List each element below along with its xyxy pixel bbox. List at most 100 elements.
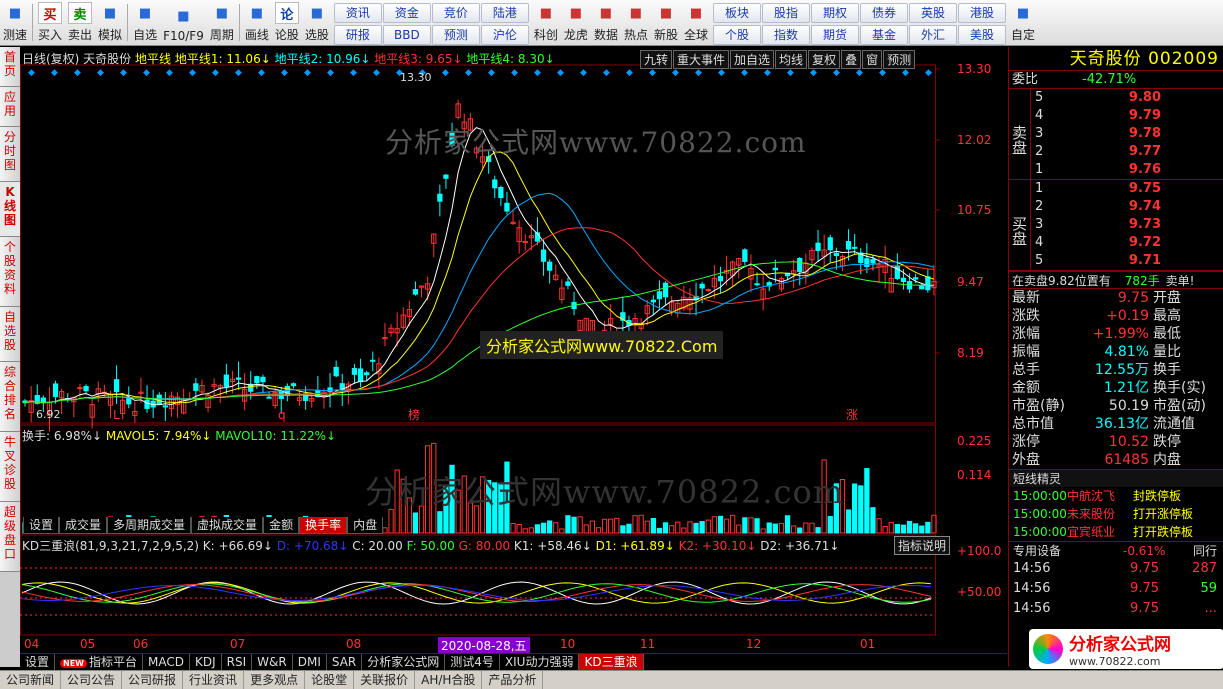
- toolbar-grid-button[interactable]: 美股: [958, 25, 1006, 45]
- sidebar-item-1[interactable]: 应用: [0, 87, 20, 127]
- volume-tab[interactable]: 内盘: [347, 517, 384, 534]
- toolbar-grid-button[interactable]: 指数: [762, 25, 810, 45]
- elf-row[interactable]: 15:00:00 中航沈飞 封跌停板: [1009, 487, 1223, 505]
- sidebar-item-2[interactable]: 分时图: [0, 127, 20, 182]
- indicator-tab[interactable]: 测试4号: [445, 654, 500, 670]
- info-tab[interactable]: 公司公告: [61, 671, 123, 689]
- toolbar-grid-button[interactable]: 股指: [762, 3, 810, 23]
- chart-button[interactable]: 九转: [640, 50, 673, 69]
- chart-button[interactable]: 预测: [883, 50, 916, 69]
- book-row[interactable]: 3 9.78: [1031, 125, 1223, 143]
- toolbar-grid-button[interactable]: 期货: [811, 25, 859, 45]
- toolbar-grid-button[interactable]: BBD: [382, 25, 431, 45]
- toolbar-grid-button[interactable]: 研报: [333, 25, 382, 45]
- toolbar-clock-button[interactable]: ■ 周期: [207, 0, 237, 45]
- indicator-tab[interactable]: XIU动力强弱: [500, 654, 580, 670]
- toolbar-hammer-button[interactable]: ■ 模拟: [95, 0, 125, 45]
- info-tab[interactable]: 更多观点: [244, 671, 306, 689]
- volume-tab[interactable]: 多周期成交量: [107, 517, 192, 534]
- volume-tab[interactable]: 成交量: [59, 517, 108, 534]
- book-row[interactable]: 2 9.77: [1031, 143, 1223, 161]
- indicator-tab[interactable]: NEW 指标平台: [55, 654, 144, 670]
- indicator-tab[interactable]: MACD: [143, 654, 190, 670]
- volume-tab[interactable]: 虚拟成交量: [191, 517, 264, 534]
- info-tab[interactable]: 论股堂: [305, 671, 355, 689]
- toolbar-fire-button[interactable]: ■ 热点: [621, 0, 651, 45]
- toolbar-grid-button[interactable]: 板块: [713, 3, 761, 23]
- toolbar-speed-button[interactable]: ■ 测速: [0, 0, 30, 45]
- kline-chart[interactable]: 13.30 12.02 10.75 9.47 8.19 0.225 0.114 +100.0 +…: [20, 47, 1007, 654]
- sidebar-item-5[interactable]: 自选股: [0, 307, 20, 362]
- book-row[interactable]: 3 9.73: [1031, 216, 1223, 234]
- toolbar-globe-button[interactable]: ■ 全球: [681, 0, 711, 45]
- toolbar-pen-button[interactable]: ■ 画线: [242, 0, 272, 45]
- book-row[interactable]: 2 9.74: [1031, 198, 1223, 216]
- volume-tab[interactable]: 设置: [23, 517, 60, 534]
- toolbar-star-button[interactable]: ■ 自选: [130, 0, 160, 45]
- sidebar-item-8[interactable]: 超级盘口: [0, 502, 20, 572]
- chart-button[interactable]: 均线: [775, 50, 808, 69]
- elf-title[interactable]: 短线精灵: [1009, 469, 1223, 487]
- sidebar-item-3[interactable]: K线图: [0, 182, 20, 237]
- info-tab[interactable]: 行业资讯: [183, 671, 245, 689]
- indicator-tab[interactable]: KDJ: [190, 654, 222, 670]
- toolbar-grid-button[interactable]: 资讯: [333, 3, 382, 23]
- info-tab[interactable]: AH/H合股: [415, 671, 483, 689]
- book-row[interactable]: 4 9.72: [1031, 234, 1223, 252]
- toolbar-buy-button[interactable]: 买买入: [35, 0, 65, 45]
- toolbar-f10-button[interactable]: ■ F10/F9: [160, 0, 207, 45]
- info-tab[interactable]: 公司研报: [122, 671, 184, 689]
- volume-tab[interactable]: 金额: [263, 517, 300, 534]
- indicator-tab[interactable]: 设置: [20, 654, 56, 670]
- book-row[interactable]: 4 9.79: [1031, 107, 1223, 125]
- toolbar-forum-button[interactable]: 论论股: [272, 0, 302, 45]
- indicator-tab[interactable]: 分析家公式网: [362, 654, 446, 670]
- toolbar-grid-button[interactable]: 预测: [431, 25, 480, 45]
- indicator-tab[interactable]: W&R: [252, 654, 293, 670]
- info-tab[interactable]: 关联报价: [354, 671, 416, 689]
- chart-button[interactable]: 加自选: [730, 50, 775, 69]
- toolbar-chart-button[interactable]: ■ 科创: [531, 0, 561, 45]
- indicator-help-button[interactable]: 指标说明: [894, 536, 951, 555]
- toolbar-grid-button[interactable]: 资金: [382, 3, 431, 23]
- toolbar-grid-button[interactable]: 竞价: [431, 3, 480, 23]
- toolbar-grid-button[interactable]: 个股: [713, 25, 761, 45]
- toolbar-grid-button[interactable]: 港股: [958, 3, 1006, 23]
- toolbar-grid-button[interactable]: 陆港: [480, 3, 529, 23]
- toolbar-pe-button[interactable]: ■ 数据: [591, 0, 621, 45]
- sidebar-item-0[interactable]: 首页: [0, 47, 20, 87]
- indicator-tab[interactable]: RSI: [222, 654, 253, 670]
- toolbar-grid-button[interactable]: 沪伦: [480, 25, 529, 45]
- toolbar-custom-button[interactable]: ■ 自定: [1008, 0, 1038, 45]
- toolbar-ipo-button[interactable]: ■ 新股: [651, 0, 681, 45]
- chart-button[interactable]: 窗: [862, 50, 883, 69]
- toolbar-dragon-button[interactable]: ■ 龙虎: [561, 0, 591, 45]
- toolbar-grid-button[interactable]: 期权: [811, 3, 859, 23]
- book-row[interactable]: 1 9.76: [1031, 161, 1223, 179]
- kd-axis-label: +50.00: [957, 585, 1001, 599]
- toolbar-grid-button[interactable]: 债券: [860, 3, 908, 23]
- sidebar-item-6[interactable]: 综合排名: [0, 362, 20, 432]
- indicator-tab[interactable]: SAR: [327, 654, 363, 670]
- volume-tab[interactable]: 换手率: [299, 517, 348, 534]
- sidebar-item-7[interactable]: 牛叉诊股: [0, 432, 20, 502]
- toolbar-grid-button[interactable]: 基金: [860, 25, 908, 45]
- indicator-tab[interactable]: KD三重浪: [579, 654, 644, 670]
- chart-button[interactable]: 重大事件: [673, 50, 730, 69]
- chart-button[interactable]: 复权: [808, 50, 841, 69]
- toolbar-grid-button[interactable]: 外汇: [909, 25, 957, 45]
- book-row[interactable]: 5 9.71: [1031, 252, 1223, 270]
- elf-row[interactable]: 15:00:00 未来股份 打开涨停板: [1009, 505, 1223, 523]
- sidebar-item-label: 首页: [3, 50, 16, 78]
- toolbar-sell-button[interactable]: 卖卖出: [65, 0, 95, 45]
- book-row[interactable]: 5 9.80: [1031, 89, 1223, 107]
- elf-row[interactable]: 15:00:00 宜宾纸业 打开跌停板: [1009, 523, 1223, 541]
- toolbar-magnifier-button[interactable]: ■ 选股: [302, 0, 332, 45]
- sidebar-item-4[interactable]: 个股资料: [0, 237, 20, 307]
- toolbar-grid-button[interactable]: 英股: [909, 3, 957, 23]
- chart-button[interactable]: 叠: [841, 50, 862, 69]
- indicator-tab[interactable]: DMI: [293, 654, 327, 670]
- info-tab[interactable]: 公司新闻: [0, 671, 62, 689]
- info-tab[interactable]: 产品分析: [482, 671, 544, 689]
- book-row[interactable]: 1 9.75: [1031, 180, 1223, 198]
